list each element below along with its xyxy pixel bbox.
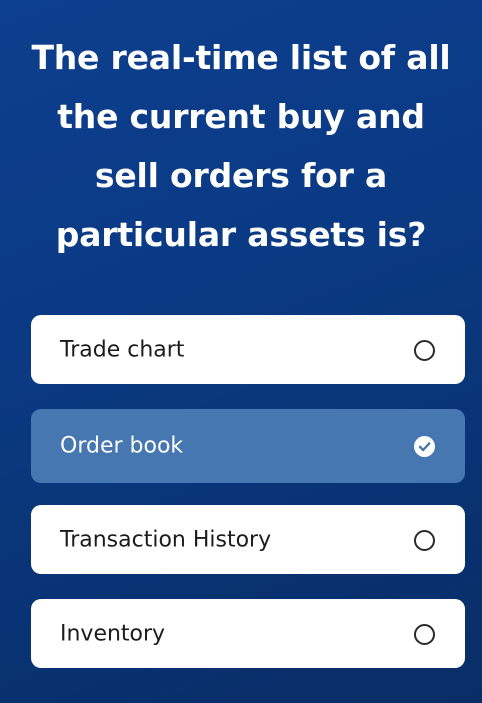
check-circle-icon[interactable] [414,436,435,457]
question-line-4: particular assets is? [55,215,427,254]
answer-options: Trade chart Order book Transaction Histo… [31,315,465,693]
question-text: The real-time list of all the current bu… [0,28,482,264]
radio-empty-icon[interactable] [414,339,435,361]
question-line-1: The real-time list of all [31,38,451,77]
answer-option-label: Order book [60,433,184,459]
answer-option-label: Transaction History [60,527,272,552]
answer-option-label: Inventory [60,621,166,646]
radio-empty-icon[interactable] [414,529,435,551]
answer-option-transaction-history[interactable]: Transaction History [31,505,465,574]
answer-option-order-book[interactable]: Order book [31,409,465,483]
question-line-3: sell orders for a [94,156,388,195]
answer-option-trade-chart[interactable]: Trade chart [31,315,465,384]
answer-option-inventory[interactable]: Inventory [31,599,465,668]
radio-empty-icon[interactable] [414,623,435,645]
question-line-2: the current buy and [57,97,425,136]
answer-option-label: Trade chart [60,337,185,362]
